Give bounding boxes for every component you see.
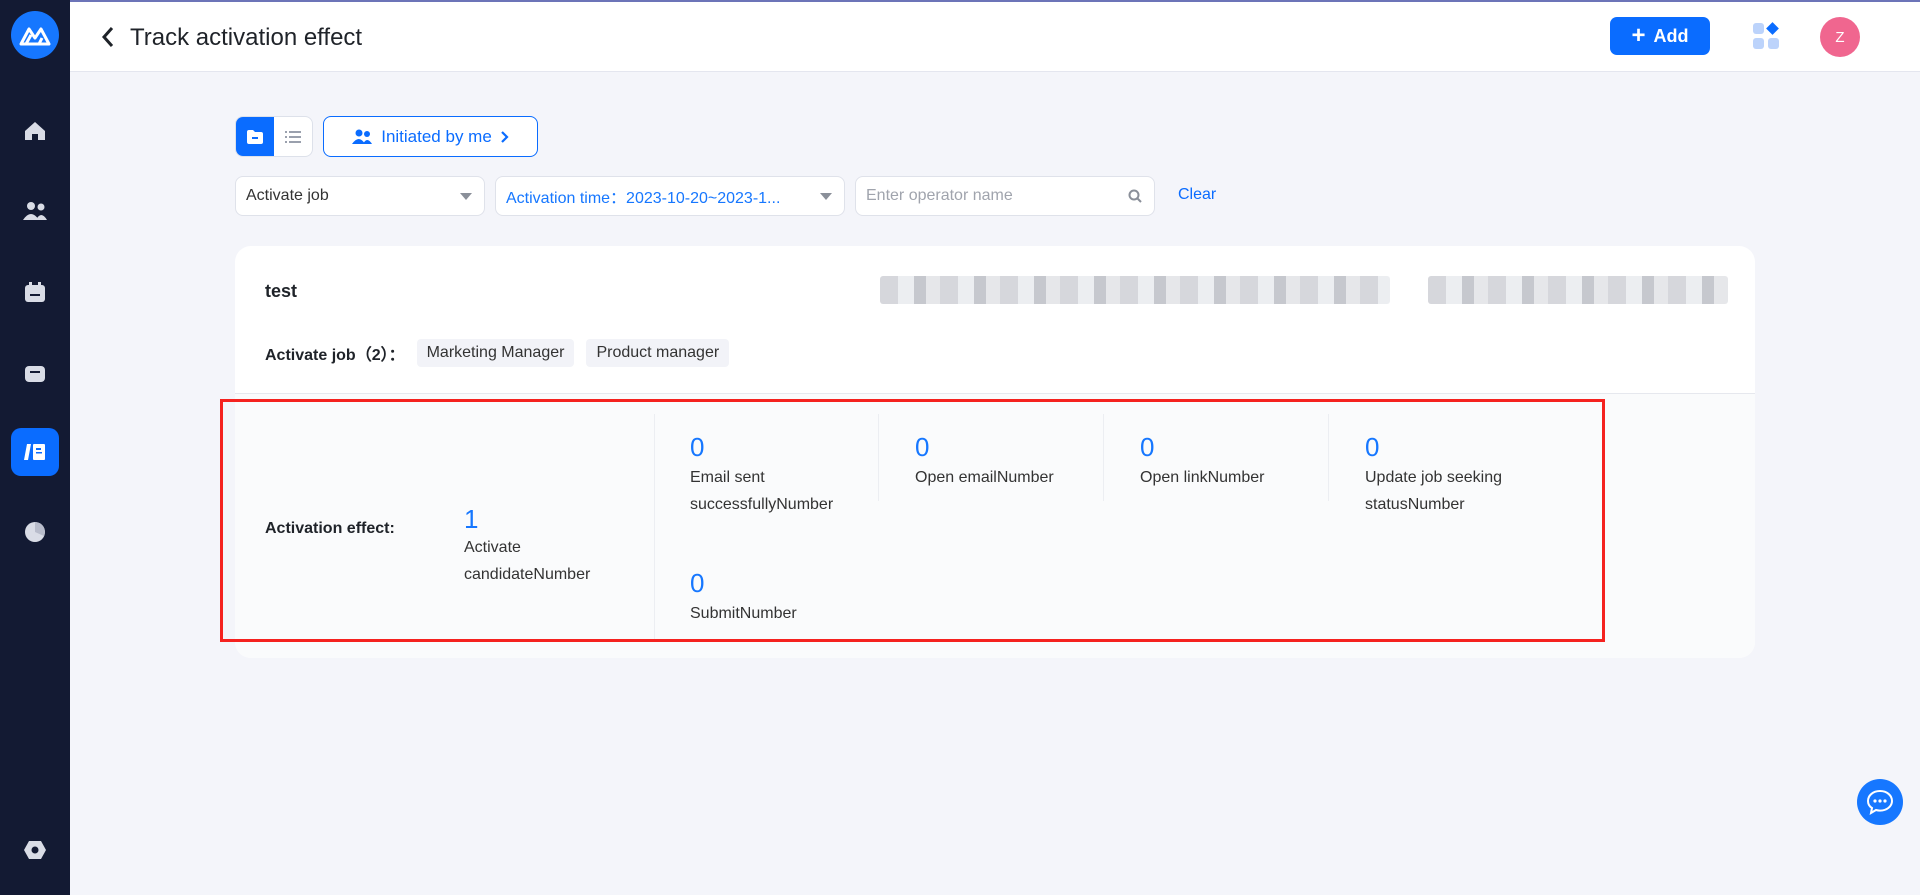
folder-view-button[interactable] <box>236 117 274 156</box>
initiated-by-me-button[interactable]: Initiated by me <box>323 116 538 157</box>
view-toggle <box>235 116 313 157</box>
metric-label: Open emailNumber <box>915 469 1054 486</box>
metric-value: 0 <box>1365 432 1380 462</box>
list-icon <box>285 130 301 143</box>
list-view-button[interactable] <box>274 117 312 156</box>
card-name: test <box>265 281 298 301</box>
job-tag: Marketing Manager <box>416 339 575 367</box>
metric-label: Open linkNumber <box>1140 469 1265 486</box>
add-label: Add <box>1653 25 1689 46</box>
apps-button[interactable] <box>1752 22 1782 52</box>
user-avatar[interactable]: Z <box>1820 17 1860 57</box>
operator-placeholder: Enter operator name <box>866 187 1013 204</box>
activation-time-select[interactable]: Activation time：2023-10-20~2023-1... <box>495 176 845 216</box>
logo-icon <box>19 27 51 46</box>
plus-icon: + <box>1631 22 1646 49</box>
activate-jobs-row: Activate job（2）： Marketing Manager Produ… <box>265 339 730 367</box>
job-tag: Product manager <box>586 339 730 367</box>
search-icon <box>1128 189 1142 203</box>
apps-grid-icon <box>1753 22 1779 49</box>
metric-value: 1 <box>464 504 479 534</box>
divider <box>1103 414 1104 501</box>
sidebar-item-calendar[interactable] <box>11 268 59 316</box>
metric-value: 0 <box>915 432 930 462</box>
job-select[interactable]: Activate job <box>235 176 485 216</box>
sidebar-item-home[interactable] <box>11 107 59 155</box>
divider <box>1328 414 1329 501</box>
chat-icon <box>1866 789 1894 815</box>
add-button[interactable]: + Add <box>1610 17 1710 55</box>
calendar-icon <box>25 282 45 302</box>
sidebar <box>0 0 70 895</box>
metric-label: SubmitNumber <box>690 605 797 622</box>
sidebar-item-jobs[interactable] <box>11 348 59 396</box>
caret-down-icon <box>460 193 472 200</box>
activation-card: test Activate job（2）： Marketing Manager … <box>235 246 1755 658</box>
divider <box>878 414 879 501</box>
page-title: Track activation effect <box>130 24 363 51</box>
pie-chart-icon <box>25 522 45 542</box>
chevron-left-icon <box>101 27 114 47</box>
page-header: Track activation effect + Add Z <box>70 2 1920 72</box>
users-icon <box>23 202 47 220</box>
users-icon <box>352 129 373 144</box>
home-icon <box>25 122 45 140</box>
job-select-value: Activate job <box>246 187 329 204</box>
settings-icon <box>24 841 46 859</box>
initiated-label: Initiated by me <box>381 126 492 146</box>
effect-label: Activation effect: <box>265 520 395 537</box>
sidebar-item-activation[interactable] <box>11 428 59 476</box>
caret-down-icon <box>820 193 832 200</box>
redacted-info <box>880 276 1390 304</box>
sidebar-item-candidates[interactable] <box>11 187 59 235</box>
back-button[interactable] <box>98 22 122 52</box>
chevron-right-icon <box>501 130 509 143</box>
activation-effect-section: Activation effect: 1 Activate candidateN… <box>235 393 1755 658</box>
folder-icon <box>247 129 263 144</box>
activation-icon <box>24 444 45 460</box>
metric-value: 0 <box>690 432 705 462</box>
activation-time-value: Activation time：2023-10-20~2023-1... <box>506 190 781 207</box>
metric-label: Activate candidateNumber <box>464 539 591 583</box>
metric-label: Email sent successfullyNumber <box>690 469 834 513</box>
metric-label: Update job seeking statusNumber <box>1365 469 1502 513</box>
operator-search-input[interactable]: Enter operator name <box>855 176 1155 216</box>
sidebar-item-reports[interactable] <box>11 508 59 556</box>
settings-button[interactable] <box>11 826 59 874</box>
app-logo[interactable] <box>11 11 59 59</box>
divider <box>654 414 655 639</box>
metric-value: 0 <box>690 568 705 598</box>
redacted-info <box>1428 276 1728 304</box>
chat-support-button[interactable] <box>1857 779 1903 825</box>
briefcase-icon <box>25 366 45 382</box>
metric-value: 0 <box>1140 432 1155 462</box>
jobs-label: Activate job（2）： <box>265 347 405 364</box>
clear-link[interactable]: Clear <box>1178 186 1216 204</box>
